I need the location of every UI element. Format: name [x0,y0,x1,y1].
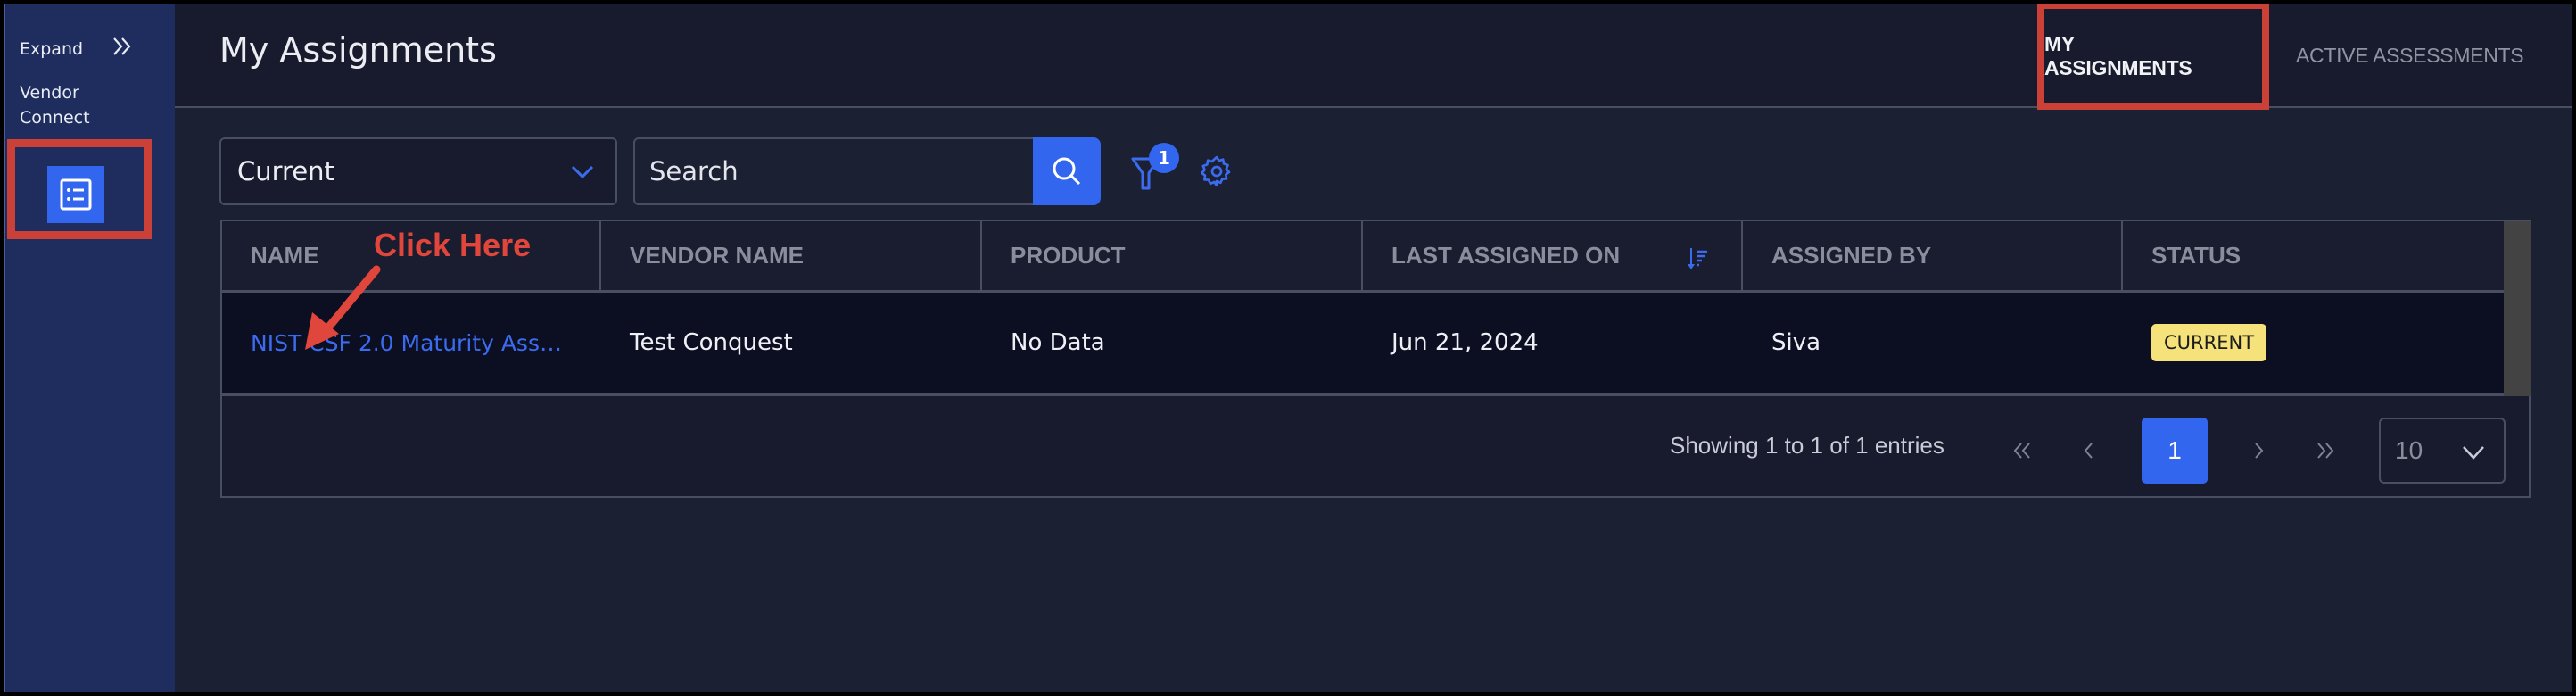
sidebar-item-my-assignments[interactable] [47,166,104,223]
app-window: Expand Vendor Connect My Assignments MY … [4,4,2572,692]
cell-product: No Data [1011,329,1105,356]
double-chevron-right-icon [2317,443,2334,459]
assignment-name-link[interactable]: NIST CSF 2.0 Maturity Ass… [222,293,601,393]
settings-button[interactable] [1199,153,1234,189]
chevron-right-icon [2255,443,2264,459]
app-name: Vendor Connect [20,80,90,130]
page-size-select[interactable]: 10 [2379,418,2506,484]
double-chevron-left-icon [2013,443,2030,459]
expand-sidebar-button[interactable]: Expand [20,36,135,62]
status-badge: CURRENT [2151,324,2267,361]
previous-page-button[interactable] [2076,418,2102,484]
column-header-product[interactable]: PRODUCT [982,221,1363,290]
first-page-button[interactable] [2004,418,2040,484]
table-row[interactable]: NIST CSF 2.0 Maturity Ass… Test Conquest… [222,293,2504,396]
column-header-status[interactable]: STATUS [2123,221,2504,290]
sort-descending-icon[interactable] [1688,246,1709,278]
annotation-label: Click Here [374,227,532,263]
list-icon [60,178,92,211]
last-page-button[interactable] [2308,418,2343,484]
cell-assigned-by: Siva [1771,329,1821,356]
entries-summary: Showing 1 to 1 of 1 entries [1670,432,1944,459]
tab-my-assignments[interactable]: MY ASSIGNMENTS [2044,4,2205,108]
gear-icon [1201,155,1231,187]
status-select-value: Current [237,156,334,186]
chevron-down-icon [2461,441,2486,469]
chevron-left-icon [2084,443,2093,459]
highlight-box-nav [7,139,152,239]
sidebar: Expand Vendor Connect [4,4,175,692]
page-title: My Assignments [219,30,497,70]
column-header-vendor-name[interactable]: VENDOR NAME [601,221,982,290]
chevron-down-icon [569,159,596,192]
filter-count-badge: 1 [1149,143,1179,173]
page-button-current[interactable]: 1 [2142,418,2208,484]
column-header-last-assigned-on-label: LAST ASSIGNED ON [1391,242,1621,269]
column-header-last-assigned-on[interactable]: LAST ASSIGNED ON [1363,221,1743,290]
table-scrollbar[interactable] [2504,221,2531,396]
page-header: My Assignments MY ASSIGNMENTS ACTIVE ASS… [175,4,2572,110]
pagination-bar: Showing 1 to 1 of 1 entries 1 10 [222,400,2529,496]
assignments-table: NAME VENDOR NAME PRODUCT LAST ASSIGNED O… [220,220,2531,498]
cell-status: CURRENT [2123,293,2504,393]
search-input[interactable] [633,137,1035,205]
column-header-assigned-by[interactable]: ASSIGNED BY [1743,221,2123,290]
app-name-line2: Connect [20,108,90,128]
app-name-line1: Vendor [20,83,79,103]
expand-label: Expand [20,38,84,59]
tab-active-assessments[interactable]: ACTIVE ASSESSMENTS [2296,4,2524,108]
search-icon [1053,157,1081,186]
page-size-value: 10 [2395,436,2423,464]
table-header: NAME VENDOR NAME PRODUCT LAST ASSIGNED O… [222,221,2504,293]
cell-vendor-name: Test Conquest [630,329,793,356]
cell-last-assigned-on: Jun 21, 2024 [1391,329,1539,356]
status-select[interactable]: Current [219,137,617,205]
double-chevron-right-icon [111,36,135,62]
next-page-button[interactable] [2245,418,2272,484]
search-button[interactable] [1033,137,1101,205]
